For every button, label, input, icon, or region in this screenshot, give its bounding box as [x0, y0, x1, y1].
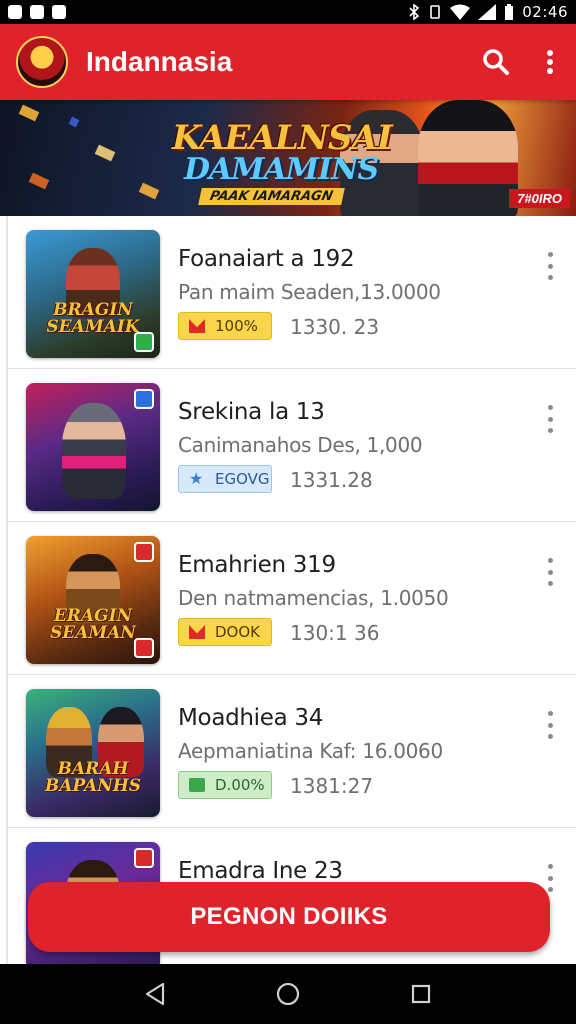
list-item[interactable]: BARAH BAPANHS Moadhiea 34 Aepmaniatina K… — [8, 675, 576, 828]
item-badge-label: EGOVG — [215, 470, 270, 488]
thumbnail-caption: BRAGIN SEAMAIK — [46, 300, 140, 337]
vibrate-icon — [430, 5, 441, 19]
item-meta: 1331.28 — [290, 468, 373, 492]
banner-spark — [68, 116, 80, 128]
banner-spark — [94, 144, 116, 162]
notification-icons — [8, 5, 66, 19]
list-item[interactable]: ERAGIN SEAMAN Emahrien 319 Den natmamenc… — [8, 522, 576, 675]
item-meta: 1330. 23 — [290, 315, 380, 339]
thumbnail-badge-icon — [134, 848, 154, 868]
battery-icon — [505, 4, 514, 20]
star-icon: ★ — [189, 469, 204, 488]
item-subtitle: Canimanahos Des, 1,000 — [178, 433, 423, 457]
item-badge: 100% — [178, 312, 272, 340]
game-thumbnail[interactable]: BRAGIN SEAMAIK — [26, 230, 160, 358]
item-subtitle: Den natmamencias, 1.0050 — [178, 586, 449, 610]
game-thumbnail[interactable]: ERAGIN SEAMAN — [26, 536, 160, 664]
item-badge-label: D.00% — [215, 776, 265, 794]
notification-app-icon — [8, 5, 22, 19]
status-bar: 02:46 — [0, 0, 576, 24]
more-vert-icon[interactable] — [544, 558, 556, 586]
item-title: Srekina la 13 — [178, 399, 325, 425]
search-icon[interactable] — [482, 48, 510, 76]
thumbnail-badge-icon — [134, 389, 154, 409]
recents-square-icon[interactable] — [410, 983, 432, 1005]
system-navigation-bar — [0, 964, 576, 1024]
thumbnail-caption: BARAH BAPANHS — [44, 759, 142, 796]
wifi-icon — [450, 4, 471, 20]
primary-action-button[interactable]: PEGNON DOIIKS — [28, 882, 550, 952]
list-item[interactable]: Srekina la 13 Canimanahos Des, 1,000 ★ E… — [8, 369, 576, 522]
item-badge: DOOK — [178, 618, 272, 646]
signal-icon — [478, 4, 497, 20]
mail-icon — [189, 319, 205, 333]
promo-banner[interactable]: KAEALNSAI DAMAMINS PAAK IAMARAGN 7#0IRO — [0, 100, 576, 216]
more-vert-icon[interactable] — [544, 405, 556, 433]
clock: 02:46 — [522, 3, 568, 21]
app-screen: 02:46 Indannasia KAEALNSAI DAMAMINS PAAK… — [0, 0, 576, 1024]
notification-shield-icon — [52, 5, 66, 19]
thumbnail-caption: ERAGIN SEAMAN — [50, 606, 136, 643]
item-meta: 130:1 36 — [290, 621, 380, 645]
game-list: BRAGIN SEAMAIK Foanaiart a 192 Pan maim … — [6, 216, 576, 964]
item-title: Emadra Ine 23 — [178, 858, 343, 884]
system-icons: 02:46 — [408, 3, 568, 21]
app-logo[interactable] — [16, 36, 68, 88]
banner-tag: PAAK IAMARAGN — [198, 188, 345, 205]
thumbnail-character — [62, 403, 126, 499]
item-badge-label: 100% — [215, 317, 258, 335]
banner-spark — [28, 172, 50, 190]
more-vert-icon[interactable] — [544, 711, 556, 739]
game-thumbnail[interactable]: BARAH BAPANHS — [26, 689, 160, 817]
item-subtitle: Pan maim Seaden,13.0000 — [178, 280, 441, 304]
item-title: Emahrien 319 — [178, 552, 336, 578]
item-badge-label: DOOK — [215, 623, 260, 641]
more-vert-icon[interactable] — [544, 864, 556, 892]
item-meta: 1381:27 — [290, 774, 374, 798]
back-triangle-icon[interactable] — [144, 982, 166, 1006]
game-thumbnail[interactable] — [26, 383, 160, 511]
home-circle-icon[interactable] — [275, 981, 301, 1007]
more-vert-icon[interactable] — [546, 49, 554, 75]
item-badge: ★ EGOVG — [178, 465, 272, 493]
notification-photo-icon — [30, 5, 44, 19]
item-title: Foanaiart a 192 — [178, 246, 355, 272]
banner-spark — [18, 104, 40, 122]
more-vert-icon[interactable] — [544, 252, 556, 280]
app-title: Indannasia — [86, 46, 233, 77]
item-subtitle: Aepmaniatina Kaf: 16.0060 — [178, 739, 443, 763]
banner-hero-right — [418, 100, 518, 216]
bluetooth-icon — [409, 4, 420, 20]
thumbnail-badge-icon — [134, 542, 154, 562]
game-controller-icon — [189, 778, 205, 792]
thumbnail-badge-icon — [134, 638, 154, 658]
item-title: Moadhiea 34 — [178, 705, 324, 731]
banner-spark — [138, 182, 160, 200]
banner-badge: 7#0IRO — [509, 189, 570, 208]
item-badge: D.00% — [178, 771, 272, 799]
app-bar-actions — [482, 48, 554, 76]
app-bar: Indannasia — [0, 24, 576, 100]
banner-subtitle: DAMAMINS — [184, 152, 379, 187]
list-item[interactable]: BRAGIN SEAMAIK Foanaiart a 192 Pan maim … — [8, 216, 576, 369]
thumbnail-badge-icon — [134, 332, 154, 352]
mail-icon — [189, 625, 205, 639]
